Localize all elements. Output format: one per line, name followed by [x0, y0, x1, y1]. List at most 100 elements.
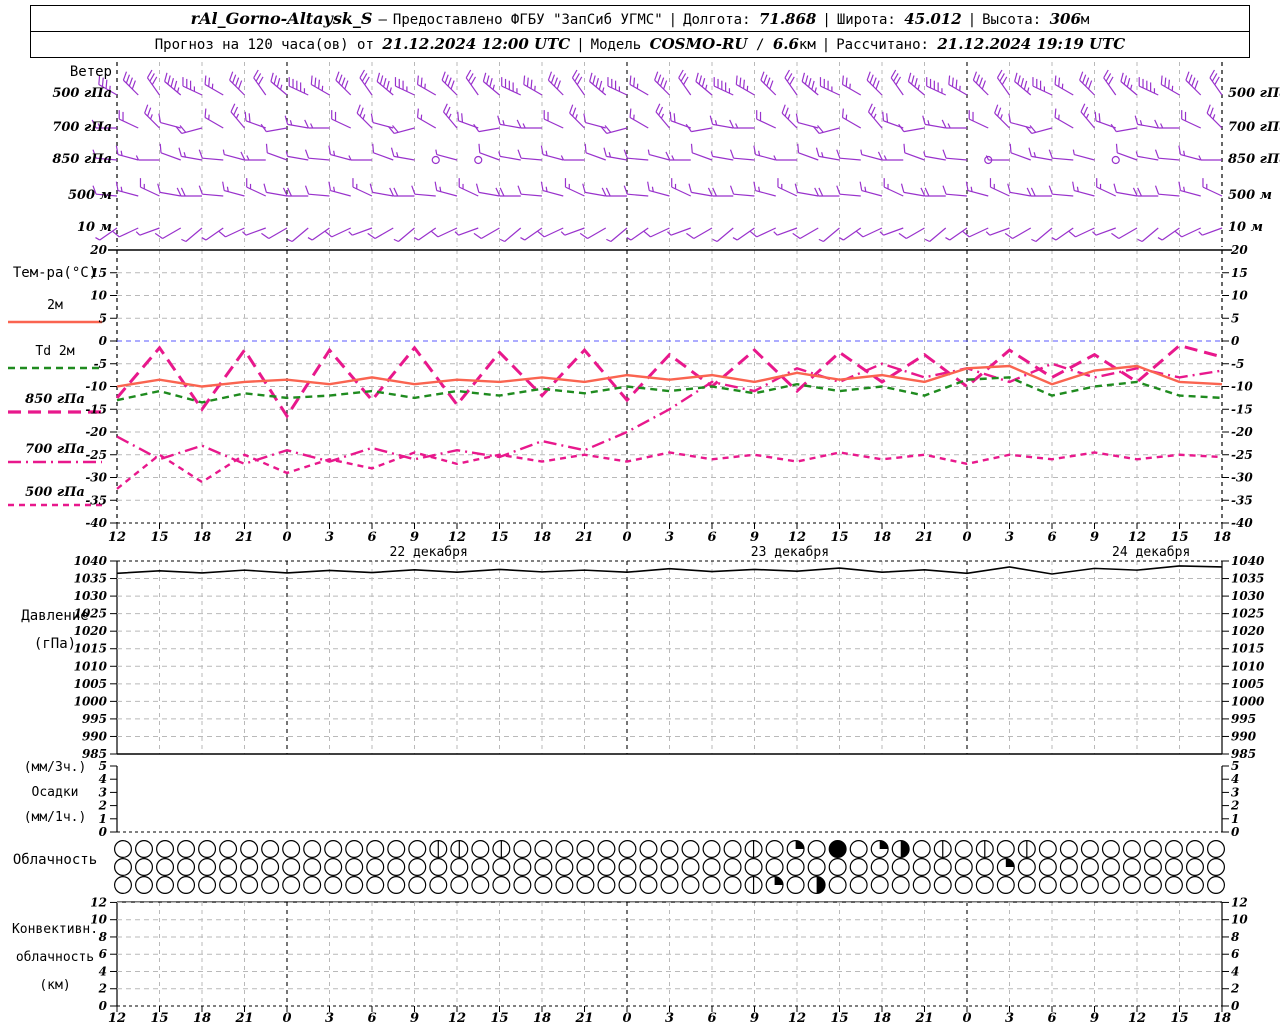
- cloud-symbol-clear: [1018, 877, 1035, 894]
- wind-barb: [112, 228, 138, 237]
- wind-barb: [373, 144, 394, 160]
- wind-barb: [754, 182, 776, 196]
- time-label: 3: [665, 530, 674, 545]
- wind-barb: [360, 70, 372, 95]
- wind-barb: [219, 228, 245, 237]
- cloud-symbol-clear: [766, 841, 783, 858]
- cloud-symbol-clear: [346, 877, 363, 894]
- wind-barb: [286, 152, 308, 160]
- precip-tick-label-right: 5: [1231, 759, 1239, 773]
- wind-level-label-850hpa-right: 850 гПа: [1228, 152, 1280, 167]
- wind-barb: [1116, 144, 1137, 160]
- wind-barb: [949, 76, 967, 95]
- wind-barb: [923, 116, 946, 128]
- wind-barb: [230, 72, 245, 95]
- cloud-symbol-clear: [535, 859, 552, 876]
- wind-barb: [435, 182, 457, 196]
- cloud-symbol-clear: [157, 841, 174, 858]
- station-name: rAl_Gorno-Altaysk_S: [191, 9, 373, 28]
- wind-barb: [544, 110, 563, 128]
- cloud-symbol-clear: [976, 859, 993, 876]
- legend-label-td2m: Td 2м: [2, 344, 108, 359]
- wind-barb: [466, 70, 478, 95]
- wind-barb: [583, 184, 606, 196]
- cloud-symbol-clear: [178, 877, 195, 894]
- wind-barb: [869, 104, 882, 128]
- time-label: 18: [193, 530, 211, 545]
- wind-barb: [630, 109, 648, 128]
- wind-barb: [1207, 105, 1222, 128]
- wind-barb: [476, 184, 499, 196]
- wind-barb: [119, 110, 138, 128]
- legend-label-2m: 2м: [2, 298, 108, 313]
- time-label-bottom: 12: [448, 1011, 466, 1024]
- cloud-symbol-few: [934, 841, 951, 858]
- time-label-bottom: 3: [325, 1011, 334, 1024]
- cloud-symbol-clear: [325, 841, 342, 858]
- pressure-tick-label-left: 1000: [74, 694, 108, 708]
- wind-barb: [288, 228, 309, 241]
- temp-tick-label-right: 20: [1230, 243, 1248, 257]
- wind-barb: [837, 150, 861, 160]
- wind-barb: [1010, 144, 1031, 160]
- precip-tick-label-left: 0: [99, 825, 108, 839]
- cloud-symbol-clear: [598, 877, 615, 894]
- cloud-symbol-clear: [955, 877, 972, 894]
- wind-barb: [305, 120, 330, 128]
- wind-barb: [264, 184, 287, 196]
- pressure-tick-label-left: 990: [82, 729, 108, 743]
- cloud-symbol-few: [745, 841, 762, 858]
- cloud-symbol-quarter: [871, 841, 888, 858]
- wind-barb: [329, 182, 351, 196]
- wind-barb: [1009, 114, 1031, 128]
- wind-barb: [308, 228, 330, 240]
- meteogram-canvas: 2020151510105500-5-5-10-10-15-15-20-20-2…: [0, 0, 1280, 1024]
- wind-barb: [1182, 110, 1201, 128]
- pressure-tick-label-right: 990: [1231, 729, 1257, 743]
- time-label: 0: [622, 530, 631, 545]
- wind-barb: [223, 150, 244, 160]
- time-label-bottom: 15: [150, 1011, 168, 1024]
- wind-barb: [159, 114, 181, 128]
- wind-barb: [483, 73, 499, 95]
- wind-barb: [158, 184, 181, 196]
- time-label-bottom: 15: [830, 1011, 848, 1024]
- wind-barb: [1111, 228, 1137, 239]
- cloud-symbol-clear: [724, 877, 741, 894]
- cloud-symbol-clear: [661, 841, 678, 858]
- wind-barb: [165, 73, 181, 95]
- time-label: 12: [108, 530, 126, 545]
- cloud-symbol-clear: [1145, 877, 1162, 894]
- wind-barb: [474, 228, 500, 239]
- cloud-symbol-half: [808, 877, 825, 894]
- cloud-symbol-clear: [724, 841, 741, 858]
- wind-barb: [1031, 228, 1052, 241]
- wind-barb: [843, 109, 861, 128]
- time-label-bottom: 18: [533, 1011, 551, 1024]
- temp-tick-label-right: 5: [1231, 311, 1239, 325]
- wind-barb: [1203, 178, 1222, 196]
- wind-barb: [199, 186, 223, 196]
- model-slash: /: [756, 37, 764, 53]
- wind-barb: [395, 77, 414, 95]
- wind-barb: [371, 114, 393, 128]
- wind-barb: [432, 157, 439, 164]
- wind-barb: [499, 152, 521, 160]
- wind-barb: [1029, 148, 1052, 160]
- cloud-symbol-clear: [157, 859, 174, 876]
- wind-barb: [444, 104, 457, 128]
- wind-barb: [176, 125, 202, 133]
- cloud-symbol-clear: [745, 859, 762, 876]
- calc-label: Рассчитано:: [836, 37, 929, 53]
- time-label-bottom: 21: [914, 1011, 933, 1024]
- time-label: 6: [367, 530, 376, 545]
- cloud-symbol-clear: [1124, 859, 1141, 876]
- cloud-symbol-clear: [262, 841, 279, 858]
- pressure-section-title: Давление: [2, 608, 108, 624]
- precip-tick-label-right: 3: [1231, 785, 1239, 799]
- cloud-symbol-clear: [178, 859, 195, 876]
- cloud-symbol-clear: [871, 859, 888, 876]
- cloud-symbol-clear: [997, 877, 1014, 894]
- wind-barb: [1081, 104, 1094, 128]
- pressure-tick-label-left: 1005: [74, 677, 107, 691]
